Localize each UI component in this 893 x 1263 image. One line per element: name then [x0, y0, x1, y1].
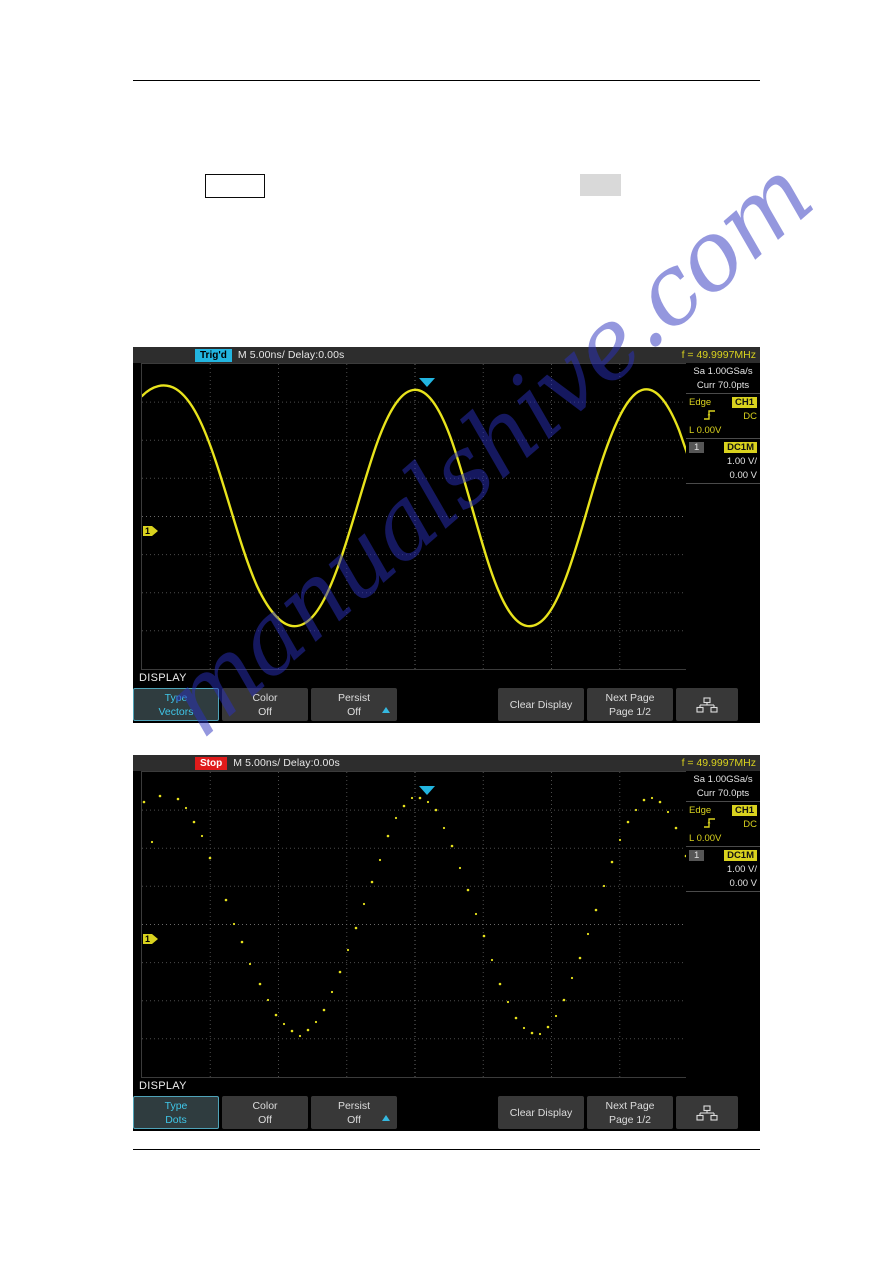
sample-rate-readout: Sa 1.00GSa/s: [693, 365, 753, 377]
channel-marker-label: 1: [143, 526, 153, 536]
waveform-trace: [142, 384, 688, 628]
frequency-readout: f = 49.9997MHz: [681, 757, 756, 769]
graticule-area: 1: [141, 771, 689, 1078]
softkey-clear-display-line1: Clear Display: [509, 698, 573, 711]
softkey-color-line1: Color: [252, 691, 278, 704]
menu-title: DISPLAY: [139, 1080, 187, 1092]
softkey-network[interactable]: [676, 1096, 738, 1129]
softkey-clear-display[interactable]: Clear Display: [498, 688, 584, 721]
oscilloscope-screenshot-dots: Stop M 5.00ns/ Delay:0.00s f = 49.9997MH…: [133, 755, 760, 1131]
rising-edge-icon: [703, 409, 716, 423]
channel-marker-arrow-icon: [152, 526, 159, 536]
channel-ground-marker: 1: [143, 526, 159, 536]
softkey-bar: Type Vectors Color Off Persist Off Clear…: [133, 688, 760, 723]
softkey-gap: [400, 688, 495, 721]
channel-block: 1 DC1M 1.00 V/ 0.00 V: [686, 439, 760, 484]
trigger-position-marker-icon: [419, 378, 435, 387]
trigger-state-badge: Trig'd: [195, 348, 232, 362]
softkey-gap: [400, 1096, 495, 1129]
trigger-type-label: Edge: [689, 396, 712, 408]
channel-impedance-badge: DC1M: [724, 849, 757, 861]
acquisition-block: Sa 1.00GSa/s Curr 70.0pts: [686, 771, 760, 802]
softkey-persist-line2: Off: [347, 1113, 361, 1126]
channel-offset-readout: 0.00 V: [729, 469, 757, 481]
softkey-type[interactable]: Type Vectors: [133, 688, 219, 721]
trigger-coupling-label: DC: [743, 818, 757, 830]
softkey-next-page-line1: Next Page: [605, 691, 655, 704]
softkey-type[interactable]: Type Dots: [133, 1096, 219, 1129]
softkey-type-line1: Type: [164, 1099, 188, 1112]
softkey-persist[interactable]: Persist Off: [311, 688, 397, 721]
trigger-state-badge: Stop: [195, 756, 228, 770]
info-sidebar: Sa 1.00GSa/s Curr 70.0pts Edge CH1 DC L …: [686, 363, 760, 670]
network-tree-icon: [696, 1104, 718, 1121]
status-bar: Stop M 5.00ns/ Delay:0.00s f = 49.9997MH…: [133, 755, 760, 771]
softkey-persist-line1: Persist: [337, 691, 371, 704]
oscilloscope-screenshot-vectors: Trig'd M 5.00ns/ Delay:0.00s f = 49.9997…: [133, 347, 760, 723]
softkey-color[interactable]: Color Off: [222, 688, 308, 721]
status-bar: Trig'd M 5.00ns/ Delay:0.00s f = 49.9997…: [133, 347, 760, 363]
outlined-placeholder-box: [205, 174, 265, 198]
rising-edge-icon: [703, 817, 716, 831]
softkey-clear-display[interactable]: Clear Display: [498, 1096, 584, 1129]
trigger-block: Edge CH1 DC L 0.00V: [686, 802, 760, 847]
channel-marker-label: 1: [143, 934, 153, 944]
softkey-next-page-line2: Page 1/2: [608, 705, 652, 718]
softkey-network[interactable]: [676, 688, 738, 721]
softkey-type-line1: Type: [164, 691, 188, 704]
graticule-area: 1: [141, 363, 689, 670]
trigger-position-marker-icon: [419, 786, 435, 795]
info-sidebar: Sa 1.00GSa/s Curr 70.0pts Edge CH1 DC L …: [686, 771, 760, 1078]
trigger-source-badge: CH1: [731, 804, 757, 816]
trigger-level-readout: L 0.00V: [689, 832, 722, 844]
chevron-up-icon: [382, 707, 390, 713]
volts-per-div-readout: 1.00 V/: [726, 863, 757, 875]
softkey-color-line2: Off: [258, 705, 272, 718]
volts-per-div-readout: 1.00 V/: [726, 455, 757, 467]
shaded-placeholder-box: [580, 174, 621, 196]
softkey-next-page-line2: Page 1/2: [608, 1113, 652, 1126]
acquisition-block: Sa 1.00GSa/s Curr 70.0pts: [686, 363, 760, 394]
memory-depth-readout: Curr 70.0pts: [696, 379, 750, 391]
channel-block: 1 DC1M 1.00 V/ 0.00 V: [686, 847, 760, 892]
trigger-source-badge: CH1: [731, 396, 757, 408]
channel-offset-readout: 0.00 V: [729, 877, 757, 889]
softkey-color-line1: Color: [252, 1099, 278, 1112]
softkey-next-page[interactable]: Next Page Page 1/2: [587, 688, 673, 721]
trigger-block: Edge CH1 DC L 0.00V: [686, 394, 760, 439]
chevron-up-icon: [382, 1115, 390, 1121]
timebase-readout: M 5.00ns/ Delay:0.00s: [237, 349, 345, 361]
channel-ground-marker: 1: [143, 934, 159, 944]
softkey-next-page[interactable]: Next Page Page 1/2: [587, 1096, 673, 1129]
graticule-grid: [142, 364, 688, 669]
network-tree-icon: [696, 696, 718, 713]
softkey-bar: Type Dots Color Off Persist Off Clear Di…: [133, 1096, 760, 1131]
channel-number-badge: 1: [689, 849, 705, 861]
channel-number-badge: 1: [689, 441, 705, 453]
softkey-type-line2: Vectors: [158, 705, 194, 718]
timebase-readout: M 5.00ns/ Delay:0.00s: [233, 757, 340, 769]
softkey-clear-display-line1: Clear Display: [509, 1106, 573, 1119]
trigger-coupling-label: DC: [743, 410, 757, 422]
memory-depth-readout: Curr 70.0pts: [696, 787, 750, 799]
softkey-persist[interactable]: Persist Off: [311, 1096, 397, 1129]
menu-title: DISPLAY: [139, 672, 187, 684]
rising-edge-icon-svg: [704, 409, 715, 420]
channel-impedance-badge: DC1M: [724, 441, 757, 453]
trigger-level-readout: L 0.00V: [689, 424, 722, 436]
softkey-persist-line2: Off: [347, 705, 361, 718]
softkey-persist-line1: Persist: [337, 1099, 371, 1112]
softkey-color[interactable]: Color Off: [222, 1096, 308, 1129]
softkey-type-line2: Dots: [165, 1113, 187, 1126]
channel-marker-arrow-icon: [152, 934, 159, 944]
rising-edge-icon-svg: [704, 817, 715, 828]
page-footer-rule: [133, 1149, 760, 1150]
page-header-rule: [133, 80, 760, 81]
trigger-type-label: Edge: [689, 804, 712, 816]
frequency-readout: f = 49.9997MHz: [681, 349, 756, 361]
softkey-next-page-line1: Next Page: [605, 1099, 655, 1112]
sample-rate-readout: Sa 1.00GSa/s: [693, 773, 753, 785]
graticule-grid: [142, 772, 688, 1077]
softkey-color-line2: Off: [258, 1113, 272, 1126]
